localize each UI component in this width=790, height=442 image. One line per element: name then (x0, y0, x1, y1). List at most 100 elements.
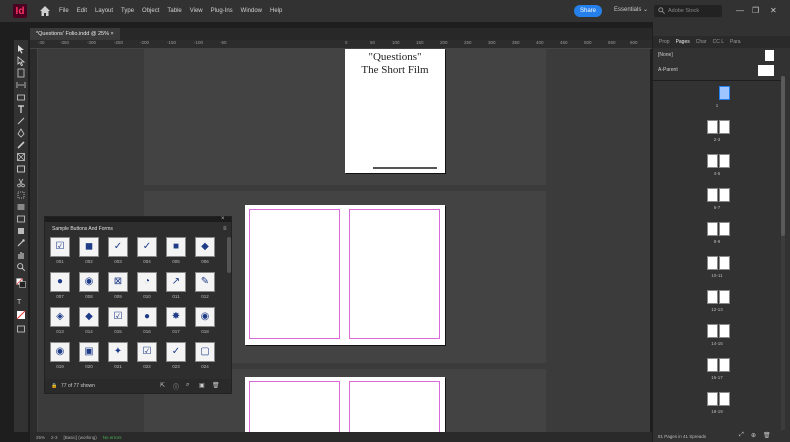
menu-help[interactable]: Help (270, 8, 282, 14)
library-panel[interactable]: × Sample Buttons And Forms ≡ 🔒 77 of 77 … (44, 216, 232, 394)
close-icon[interactable]: ✕ (770, 6, 777, 15)
pencil-tool-icon[interactable] (16, 140, 26, 150)
pages-scrollbar[interactable] (781, 76, 785, 430)
menu-layout[interactable]: Layout (95, 8, 113, 14)
library-item[interactable]: ◆ (195, 237, 215, 257)
master-none[interactable]: [None] (658, 52, 673, 58)
home-icon[interactable] (39, 5, 51, 17)
library-item[interactable]: ◉ (79, 272, 99, 292)
panel-menu-icon[interactable]: ≡ (223, 226, 227, 232)
pen-tool-icon[interactable] (16, 128, 26, 138)
page-thumbnail[interactable] (719, 290, 730, 304)
zoom-level[interactable]: 25% (36, 435, 45, 440)
search-library-icon[interactable]: ⌕ (186, 382, 189, 389)
library-item[interactable]: ⊠ (108, 272, 128, 292)
apply-none-icon[interactable] (16, 310, 26, 320)
library-item[interactable]: ☑ (108, 307, 128, 327)
library-item[interactable]: ✓ (137, 237, 157, 257)
page-thumbnail[interactable] (719, 256, 730, 270)
vertical-ruler[interactable] (30, 49, 38, 432)
menu-edit[interactable]: Edit (77, 8, 87, 14)
page-thumbnail[interactable] (707, 222, 718, 236)
page-1[interactable]: "Questions" The Short Film (345, 49, 445, 173)
note-tool-icon[interactable] (16, 226, 26, 236)
page-thumbnail[interactable] (719, 86, 730, 100)
library-item[interactable]: ☑ (50, 237, 70, 257)
gradient-feather-tool-icon[interactable] (16, 214, 26, 224)
library-item[interactable]: ● (137, 307, 157, 327)
page-thumbnail[interactable] (719, 188, 730, 202)
menu-object[interactable]: Object (142, 8, 159, 14)
library-item[interactable]: ▣ (79, 342, 99, 362)
page-thumbnail[interactable] (707, 290, 718, 304)
selection-tool-icon[interactable] (16, 44, 26, 54)
type-tool-icon[interactable] (16, 104, 26, 114)
minimize-icon[interactable]: — (736, 6, 744, 15)
page-thumbnail[interactable] (707, 392, 718, 406)
page-thumbnail[interactable] (707, 120, 718, 134)
page-thumbnail[interactable] (707, 358, 718, 372)
hand-tool-icon[interactable] (16, 250, 26, 260)
menu-window[interactable]: Window (241, 8, 262, 14)
page-thumbnail[interactable] (719, 222, 730, 236)
page-thumbnail[interactable] (719, 324, 730, 338)
library-item[interactable]: ◆ (79, 307, 99, 327)
tab-properties[interactable]: Prop (659, 39, 670, 45)
page-5[interactable] (345, 377, 445, 432)
page-3[interactable] (345, 205, 445, 345)
lock-icon[interactable]: 🔒 (51, 383, 57, 389)
selected-text-frame[interactable] (373, 167, 437, 169)
formatting-container-icon[interactable]: T (16, 296, 26, 306)
page-thumbnail[interactable] (719, 392, 730, 406)
library-item[interactable]: ↗ (166, 272, 186, 292)
menu-file[interactable]: File (59, 8, 69, 14)
page-thumbnail[interactable] (719, 120, 730, 134)
workspace-switcher[interactable]: Essentials ⌄ (614, 6, 648, 13)
library-item[interactable]: ✦ (108, 342, 128, 362)
menu-type[interactable]: Type (121, 8, 134, 14)
library-scrollbar[interactable] (227, 237, 231, 273)
stock-search-input[interactable]: Adobe Stock (654, 5, 722, 17)
eyedropper-tool-icon[interactable] (16, 238, 26, 248)
library-item[interactable]: ◈ (50, 307, 70, 327)
new-item-icon[interactable]: ▣ (199, 382, 205, 389)
page-thumbnail[interactable] (707, 324, 718, 338)
library-item[interactable]: ✓ (166, 342, 186, 362)
current-page[interactable]: 2-3 (51, 435, 58, 440)
library-item[interactable]: ◉ (195, 307, 215, 327)
delete-item-icon[interactable]: 🗑 (212, 382, 220, 389)
master-a-thumb-right[interactable] (766, 65, 774, 76)
rectangle-tool-icon[interactable] (16, 164, 26, 174)
edit-page-size-icon[interactable]: ⤢ (739, 432, 744, 439)
tab-paragraph[interactable]: Para (730, 39, 741, 45)
page-thumbnail[interactable] (707, 256, 718, 270)
master-none-thumb[interactable] (765, 50, 774, 61)
tab-cc-libraries[interactable]: CC L (713, 39, 724, 45)
free-transform-tool-icon[interactable] (16, 190, 26, 200)
gradient-swatch-tool-icon[interactable] (16, 202, 26, 212)
page-4[interactable] (245, 377, 345, 432)
tab-pages[interactable]: Pages (676, 39, 690, 45)
content-collector-icon[interactable] (16, 92, 26, 102)
zoom-tool-icon[interactable] (16, 262, 26, 272)
library-item[interactable]: ✸ (166, 307, 186, 327)
master-a-parent[interactable]: A-Parent (658, 67, 678, 73)
place-item-icon[interactable]: ⇱ (160, 382, 165, 389)
page-tool-icon[interactable] (16, 68, 26, 78)
fill-stroke-swatch-icon[interactable] (16, 278, 26, 288)
item-info-icon[interactable]: ⓘ (173, 382, 179, 391)
page-thumbnail[interactable] (719, 358, 730, 372)
menu-plugins[interactable]: Plug-Ins (211, 8, 233, 14)
master-a-thumb-left[interactable] (758, 65, 766, 76)
page-thumbnail[interactable] (707, 154, 718, 168)
rectangle-frame-tool-icon[interactable] (16, 152, 26, 162)
panel-drag-bar[interactable] (45, 217, 231, 222)
maximize-icon[interactable]: ❐ (752, 6, 759, 15)
page-thumbnail[interactable] (707, 188, 718, 202)
menu-view[interactable]: View (190, 8, 203, 14)
share-button[interactable]: Share (574, 5, 602, 17)
preflight-profile[interactable]: [Basic] (working) (64, 435, 97, 440)
menu-table[interactable]: Table (167, 8, 181, 14)
library-item[interactable]: ☑ (137, 342, 157, 362)
library-item[interactable]: ◔ (137, 272, 157, 292)
